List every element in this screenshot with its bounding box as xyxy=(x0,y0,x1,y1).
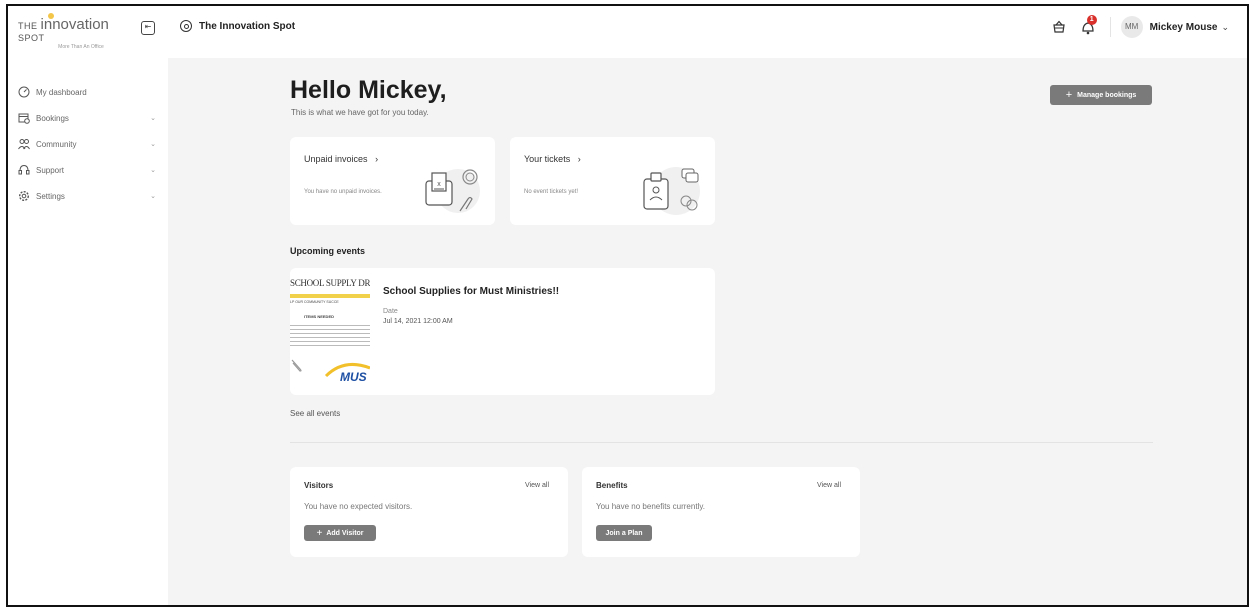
unpaid-invoices-card[interactable]: Unpaid invoices › You have no unpaid inv… xyxy=(290,137,495,225)
location-pin-icon xyxy=(180,20,192,32)
sidebar-item-label: Support xyxy=(36,165,65,175)
poster-subtitle: LP OUR COMMUNITY SUCCE xyxy=(290,300,339,304)
invoices-empty-text: You have no unpaid invoices. xyxy=(304,189,382,195)
tickets-empty-text: No event tickets yet! xyxy=(524,189,579,195)
chevron-right-icon: › xyxy=(375,154,379,164)
chevron-down-icon[interactable]: ⌄ xyxy=(1221,22,1229,33)
event-date: Jul 14, 2021 12:00 AM xyxy=(383,318,453,325)
tickets-card[interactable]: Your tickets › No event tickets yet! xyxy=(510,137,715,225)
sidebar-item-dashboard[interactable]: My dashboard xyxy=(18,83,158,101)
gear-icon xyxy=(18,190,30,202)
calendar-icon xyxy=(18,113,30,124)
sidebar-item-bookings[interactable]: Bookings ⌄ xyxy=(18,109,158,127)
add-visitor-button[interactable]: + Add Visitor xyxy=(304,525,376,541)
upcoming-events-heading: Upcoming events xyxy=(290,246,366,256)
see-all-events-link[interactable]: See all events xyxy=(290,409,340,418)
notification-badge: 1 xyxy=(1086,15,1097,25)
invoice-illustration-icon: x xyxy=(425,169,480,213)
headset-icon xyxy=(18,164,30,175)
gauge-icon xyxy=(18,86,30,98)
event-card[interactable]: SCHOOL SUPPLY DRIV LP OUR COMMUNITY SUCC… xyxy=(290,268,715,395)
card-title: Benefits xyxy=(596,481,628,490)
sidebar: My dashboard Bookings ⌄ Community ⌄ Supp… xyxy=(8,58,168,605)
sidebar-item-label: Bookings xyxy=(36,113,69,123)
plus-icon: + xyxy=(316,527,323,539)
location-name: The Innovation Spot xyxy=(199,20,296,32)
basket-icon[interactable] xyxy=(1052,20,1066,34)
add-visitor-label: Add Visitor xyxy=(326,529,364,537)
visitors-view-all-link[interactable]: View all xyxy=(525,482,549,489)
chevron-down-icon: ⌄ xyxy=(150,193,156,200)
notifications-button[interactable]: 1 xyxy=(1080,15,1097,35)
divider xyxy=(290,442,1153,443)
sidebar-item-support[interactable]: Support ⌄ xyxy=(18,161,158,179)
event-title[interactable]: School Supplies for Must Ministries!! xyxy=(383,286,559,297)
poster-title: SCHOOL SUPPLY DRIV xyxy=(290,278,370,288)
collapse-sidebar-icon[interactable]: ⇤ xyxy=(141,21,155,35)
top-bar: THE innovation SPOT More Than An Office … xyxy=(8,6,1247,58)
ticket-illustration-icon xyxy=(643,167,700,215)
page-subtitle: This is what we have got for you today. xyxy=(291,108,429,117)
location-selector[interactable]: The Innovation Spot xyxy=(180,20,295,32)
event-date-label: Date xyxy=(383,308,398,315)
main-content: Hello Mickey, This is what we have got f… xyxy=(168,58,1247,605)
manage-bookings-label: Manage bookings xyxy=(1077,91,1137,99)
chevron-right-icon: › xyxy=(577,154,581,164)
sidebar-item-community[interactable]: Community ⌄ xyxy=(18,135,158,153)
poster-items-heading: ITEMS NEEDED xyxy=(304,314,335,319)
event-poster-image: SCHOOL SUPPLY DRIV LP OUR COMMUNITY SUCC… xyxy=(290,274,370,386)
avatar[interactable]: MM xyxy=(1120,16,1143,38)
sidebar-item-label: Settings xyxy=(36,191,65,201)
people-icon xyxy=(18,139,30,150)
benefits-empty-text: You have no benefits currently. xyxy=(596,502,705,511)
svg-text:x: x xyxy=(437,181,441,188)
page-title: Hello Mickey, xyxy=(290,76,447,104)
logo-suffix: SPOT xyxy=(18,33,45,43)
visitors-empty-text: You have no expected visitors. xyxy=(304,502,413,511)
logo-prefix: THE xyxy=(18,21,38,31)
card-title: Unpaid invoices xyxy=(304,154,368,164)
logo[interactable]: THE innovation SPOT More Than An Office xyxy=(18,13,134,50)
sidebar-item-label: My dashboard xyxy=(36,87,87,97)
sidebar-item-label: Community xyxy=(36,139,77,149)
manage-bookings-button[interactable]: + Manage bookings xyxy=(1050,85,1152,105)
chevron-down-icon: ⌄ xyxy=(150,167,156,174)
chevron-down-icon: ⌄ xyxy=(150,115,156,122)
visitors-card: Visitors View all You have no expected v… xyxy=(290,467,568,557)
bulb-icon xyxy=(48,13,54,19)
logo-tagline: More Than An Office xyxy=(58,44,104,50)
chevron-down-icon: ⌄ xyxy=(150,141,156,148)
card-title: Your tickets xyxy=(524,154,571,164)
card-title: Visitors xyxy=(304,481,334,490)
benefits-card: Benefits View all You have no benefits c… xyxy=(582,467,860,557)
plus-icon: + xyxy=(1065,89,1073,101)
poster-logo-text: MUS xyxy=(340,370,367,384)
app-window: THE innovation SPOT More Than An Office … xyxy=(6,4,1249,607)
paperclip-icon xyxy=(291,359,302,372)
benefits-view-all-link[interactable]: View all xyxy=(817,482,841,489)
sidebar-item-settings[interactable]: Settings ⌄ xyxy=(18,187,158,205)
join-plan-button[interactable]: Join a Plan xyxy=(596,525,652,541)
user-name[interactable]: Mickey Mouse xyxy=(1150,22,1218,33)
